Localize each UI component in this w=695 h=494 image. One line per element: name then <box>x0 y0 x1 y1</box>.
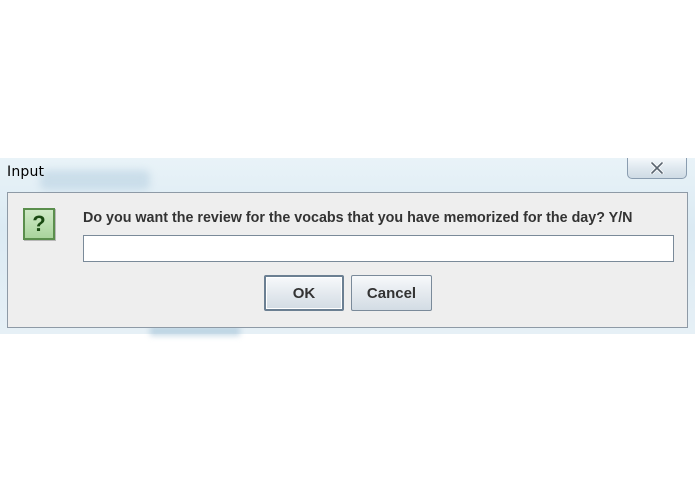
question-mark-glyph: ? <box>32 211 46 236</box>
window-title: Input <box>7 164 45 180</box>
background-blur <box>40 170 150 190</box>
cancel-button[interactable]: Cancel <box>351 275 432 311</box>
dialog-message: Do you want the review for the vocabs th… <box>83 210 633 226</box>
question-icon: ? <box>23 208 55 240</box>
answer-input[interactable] <box>83 235 674 262</box>
ok-button[interactable]: OK <box>264 275 344 311</box>
close-x-icon <box>650 162 664 174</box>
input-dialog-window: Input ? Do you want the review for the v… <box>0 158 695 336</box>
dialog-content: ? Do you want the review for the vocabs … <box>7 192 688 328</box>
close-button[interactable] <box>627 158 687 179</box>
screen: Input ? Do you want the review for the v… <box>0 0 695 494</box>
